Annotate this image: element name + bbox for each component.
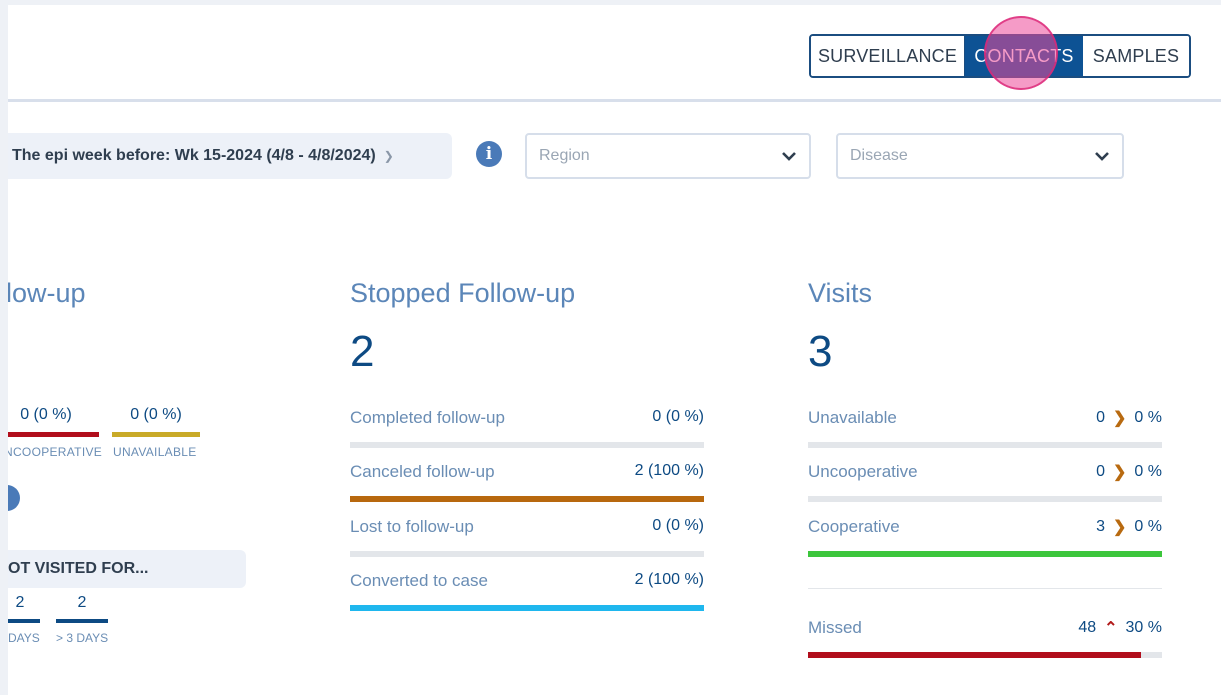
not-visited-days-bar (8, 619, 40, 623)
visits-divider (808, 588, 1162, 589)
row-percent: 0 % (1134, 518, 1162, 535)
dashboard-tabs: SURVEILLANCE CONTACTS SAMPLES (809, 34, 1191, 78)
right-arrow-icon: ❯ (1113, 464, 1127, 481)
info-icon[interactable]: i (476, 141, 502, 167)
row-label: Canceled follow-up (350, 462, 495, 481)
row-track (808, 551, 1162, 557)
not-visited-days-value: 2 (15, 594, 25, 611)
row-track (808, 652, 1162, 658)
row-value: 2 (100 %) (634, 571, 704, 588)
uncooperative-value: 0 (0 %) (20, 406, 72, 423)
row-count: 0 (1096, 409, 1106, 426)
region-select[interactable]: Region (525, 133, 811, 179)
row-fill (808, 551, 1162, 557)
dashboard-page: SURVEILLANCE CONTACTS SAMPLES The epi we… (8, 5, 1221, 695)
not-visited-3days-label: > 3 DAYS (56, 631, 109, 645)
row-count: 48 (1078, 619, 1097, 636)
info-icon[interactable] (8, 485, 20, 511)
tab-samples[interactable]: SAMPLES (1083, 36, 1189, 76)
not-visited-3days-bar (56, 619, 108, 623)
row-fill (350, 605, 704, 611)
row-fill (350, 496, 704, 502)
right-arrow-icon: ❯ (1113, 519, 1127, 536)
row-label: Uncooperative (808, 462, 918, 481)
row-percent: 0 % (1134, 463, 1162, 480)
row-track (350, 442, 704, 448)
chevron-down-icon (782, 152, 796, 161)
tab-surveillance[interactable]: SURVEILLANCE (811, 36, 965, 76)
row-value: 48 ⌃ 30 % (1078, 618, 1162, 638)
row-percent: 30 % (1125, 619, 1162, 636)
not-visited-days-label: DAYS (8, 631, 40, 645)
row-label: Cooperative (808, 517, 900, 536)
right-arrow-icon: ❯ (1113, 410, 1127, 427)
unavailable-value: 0 (0 %) (130, 406, 182, 423)
row-label: Lost to follow-up (350, 517, 474, 536)
row-value: 0 ❯ 0 % (1096, 462, 1162, 482)
stopped-followup-count: 2 (350, 327, 375, 376)
row-track (350, 551, 704, 557)
row-count: 0 (1096, 463, 1106, 480)
row-label: Missed (808, 618, 862, 637)
not-visited-title: OT VISITED FOR... (8, 560, 149, 577)
row-value: 0 (0 %) (652, 408, 704, 425)
uncooperative-label: NCOOPERATIVE (8, 445, 103, 459)
not-visited-3days-value: 2 (77, 594, 87, 611)
unavailable-bar (112, 432, 200, 437)
chevron-down-icon: ❯ (383, 149, 394, 163)
tab-contacts[interactable]: CONTACTS (965, 36, 1083, 76)
region-placeholder: Region (539, 147, 590, 164)
visits-title: Visits (808, 278, 873, 308)
epi-week-label: The epi week before: Wk 15-2024 (4/8 - 4… (12, 147, 376, 164)
disease-placeholder: Disease (850, 147, 908, 164)
row-label: Converted to case (350, 571, 488, 590)
unavailable-label: UNAVAILABLE (113, 445, 197, 459)
row-label: Unavailable (808, 408, 897, 427)
row-value: 0 (0 %) (652, 517, 704, 534)
row-value: 0 ❯ 0 % (1096, 408, 1162, 428)
uncooperative-bar (8, 432, 99, 437)
row-value: 3 ❯ 0 % (1096, 517, 1162, 537)
up-arrow-icon: ⌃ (1104, 620, 1118, 637)
row-percent: 0 % (1134, 409, 1162, 426)
epi-week-select[interactable]: The epi week before: Wk 15-2024 (4/8 - 4… (8, 133, 452, 179)
stopped-followup-title: Stopped Follow-up (350, 278, 576, 308)
row-track (808, 496, 1162, 502)
disease-select[interactable]: Disease (836, 133, 1124, 179)
row-track (350, 496, 704, 502)
row-track (350, 605, 704, 611)
row-fill (808, 652, 1141, 658)
header-divider (8, 99, 1221, 102)
row-label: Completed follow-up (350, 408, 505, 427)
row-count: 3 (1096, 518, 1106, 535)
row-value: 2 (100 %) (634, 462, 704, 479)
row-track (808, 442, 1162, 448)
under-followup-title: llow-up (8, 278, 86, 308)
not-visited-header: OT VISITED FOR... (8, 550, 246, 588)
chevron-down-icon (1095, 152, 1109, 161)
visits-count: 3 (808, 327, 833, 376)
